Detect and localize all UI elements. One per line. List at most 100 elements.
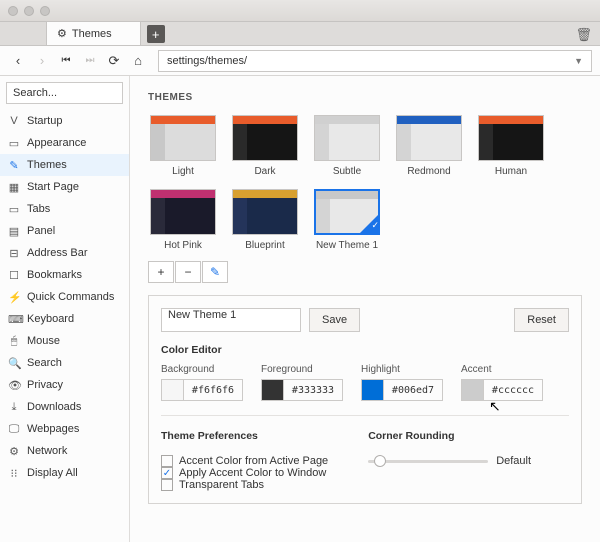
- sidebar-icon: 🖵: [8, 423, 20, 436]
- sidebar-item-display-all[interactable]: ⁝⁝ Display All: [0, 462, 129, 484]
- theme-blueprint[interactable]: Blueprint: [230, 189, 300, 251]
- theme-hot-pink[interactable]: Hot Pink: [148, 189, 218, 251]
- sidebar-item-search[interactable]: 🔍Search: [0, 352, 129, 374]
- slider-knob[interactable]: [374, 455, 386, 467]
- pref-apply-accent-color-to-window[interactable]: ✓ Apply Accent Color to Window: [161, 467, 328, 479]
- tab-themes[interactable]: ⚙ Themes: [46, 21, 141, 45]
- address-bar[interactable]: settings/themes/ ▼: [158, 50, 592, 72]
- sidebar-icon: ⚙: [8, 445, 20, 458]
- fg-label: Foreground: [261, 364, 343, 375]
- selected-check-icon: [360, 215, 378, 233]
- forward-button[interactable]: ›: [32, 51, 52, 71]
- sidebar-item-label: Webpages: [27, 423, 79, 435]
- titlebar: [0, 0, 600, 22]
- save-button[interactable]: Save: [309, 308, 360, 332]
- ac-picker[interactable]: #cccccc: [461, 379, 543, 401]
- maximize-window[interactable]: [40, 6, 50, 16]
- search-input[interactable]: Search...: [6, 82, 123, 104]
- sidebar-item-bookmarks[interactable]: ☐Bookmarks: [0, 264, 129, 286]
- theme-name-input[interactable]: New Theme 1: [161, 308, 301, 332]
- remove-theme-button[interactable]: −: [175, 261, 201, 283]
- sidebar-item-label: Appearance: [27, 137, 86, 149]
- theme-new-theme-1[interactable]: New Theme 1: [312, 189, 382, 251]
- sidebar-item-startup[interactable]: V Startup: [0, 110, 129, 132]
- sidebar-item-label: Privacy: [27, 379, 63, 391]
- fg-picker[interactable]: #333333: [261, 379, 343, 401]
- tab-strip: ⚙ Themes + 🗑: [0, 22, 600, 46]
- corner-value: Default: [496, 455, 531, 467]
- ac-label: Accent: [461, 364, 543, 375]
- theme-label: Human: [495, 166, 527, 177]
- sidebar-icon: ▤: [8, 225, 20, 238]
- checkbox[interactable]: ✓: [161, 467, 173, 479]
- sidebar-icon: V: [8, 115, 20, 127]
- theme-label: Redmond: [407, 166, 450, 177]
- corner-rounding-slider[interactable]: [368, 460, 488, 463]
- theme-light[interactable]: Light: [148, 115, 218, 177]
- sidebar-item-start-page[interactable]: ▦ Start Page: [0, 176, 129, 198]
- theme-actions: + − ✎: [148, 261, 582, 283]
- bg-label: Background: [161, 364, 243, 375]
- minimize-window[interactable]: [24, 6, 34, 16]
- sidebar-item-themes[interactable]: ✎Themes: [0, 154, 129, 176]
- prefs-heading: Theme Preferences: [161, 430, 328, 442]
- sidebar-item-label: Quick Commands: [27, 291, 114, 303]
- sidebar-icon: ⊟: [8, 247, 20, 260]
- sidebar-item-appearance[interactable]: ▭Appearance: [0, 132, 129, 154]
- sidebar-icon: 🖱: [8, 335, 20, 348]
- sidebar-item-label: Network: [27, 445, 67, 457]
- fast-forward-button[interactable]: ⏭: [80, 51, 100, 71]
- reload-button[interactable]: ⟳: [104, 51, 124, 71]
- back-button[interactable]: ‹: [8, 51, 28, 71]
- hl-picker[interactable]: #006ed7: [361, 379, 443, 401]
- theme-dark[interactable]: Dark: [230, 115, 300, 177]
- sidebar-item-mouse[interactable]: 🖱 Mouse: [0, 330, 129, 352]
- sidebar-item-downloads[interactable]: ⤓Downloads: [0, 396, 129, 418]
- sidebar-item-network[interactable]: ⚙ Network: [0, 440, 129, 462]
- gear-icon: ⚙: [57, 27, 67, 40]
- sidebar-icon: ▭: [8, 203, 20, 216]
- sidebar-item-privacy[interactable]: 👁Privacy: [0, 374, 129, 396]
- themes-grid: Light Dark Subtle Redmond Human Hot PinkBluep…: [148, 115, 582, 251]
- edit-theme-button[interactable]: ✎: [202, 261, 228, 283]
- theme-subtle[interactable]: Subtle: [312, 115, 382, 177]
- divider: [161, 415, 569, 416]
- theme-editor: New Theme 1 Save Reset Color Editor Back…: [148, 295, 582, 504]
- rewind-button[interactable]: ⏮: [56, 51, 76, 71]
- sidebar-icon: ⁝⁝: [8, 467, 20, 480]
- sidebar-item-keyboard[interactable]: ⌨Keyboard: [0, 308, 129, 330]
- reset-button[interactable]: Reset: [514, 308, 569, 332]
- sidebar-item-label: Mouse: [27, 335, 60, 347]
- theme-label: Subtle: [333, 166, 361, 177]
- pref-transparent-tabs[interactable]: Transparent Tabs: [161, 479, 328, 491]
- checkbox[interactable]: [161, 455, 173, 467]
- sidebar-item-label: Startup: [27, 115, 62, 127]
- close-window[interactable]: [8, 6, 18, 16]
- sidebar-item-webpages[interactable]: 🖵 Webpages: [0, 418, 129, 440]
- add-theme-button[interactable]: +: [148, 261, 174, 283]
- sidebar-icon: ▦: [8, 181, 20, 194]
- bg-picker[interactable]: #f6f6f6: [161, 379, 243, 401]
- sidebar-item-panel[interactable]: ▤Panel: [0, 220, 129, 242]
- pref-accent-color-from-active-page[interactable]: Accent Color from Active Page: [161, 455, 328, 467]
- sidebar-item-quick-commands[interactable]: ⚡ Quick Commands: [0, 286, 129, 308]
- toolbar: ‹ › ⏮ ⏭ ⟳ ⌂ settings/themes/ ▼: [0, 46, 600, 76]
- sidebar-item-address-bar[interactable]: ⊟Address Bar: [0, 242, 129, 264]
- trash-icon[interactable]: 🗑: [575, 27, 592, 43]
- theme-label: New Theme 1: [316, 240, 378, 251]
- sidebar-item-label: Start Page: [27, 181, 79, 193]
- new-tab-button[interactable]: +: [147, 25, 165, 43]
- chevron-down-icon[interactable]: ▼: [574, 56, 583, 66]
- theme-label: Dark: [254, 166, 275, 177]
- sidebar-icon: ⚡: [8, 291, 20, 304]
- pref-label: Accent Color from Active Page: [179, 455, 328, 467]
- sidebar-item-label: Tabs: [27, 203, 50, 215]
- pref-label: Apply Accent Color to Window: [179, 467, 326, 479]
- checkbox[interactable]: [161, 479, 173, 491]
- sidebar-icon: ✎: [8, 159, 20, 172]
- home-button[interactable]: ⌂: [128, 51, 148, 71]
- theme-human[interactable]: Human: [476, 115, 546, 177]
- theme-redmond[interactable]: Redmond: [394, 115, 464, 177]
- sidebar-item-tabs[interactable]: ▭ Tabs: [0, 198, 129, 220]
- sidebar-item-label: Display All: [27, 467, 78, 479]
